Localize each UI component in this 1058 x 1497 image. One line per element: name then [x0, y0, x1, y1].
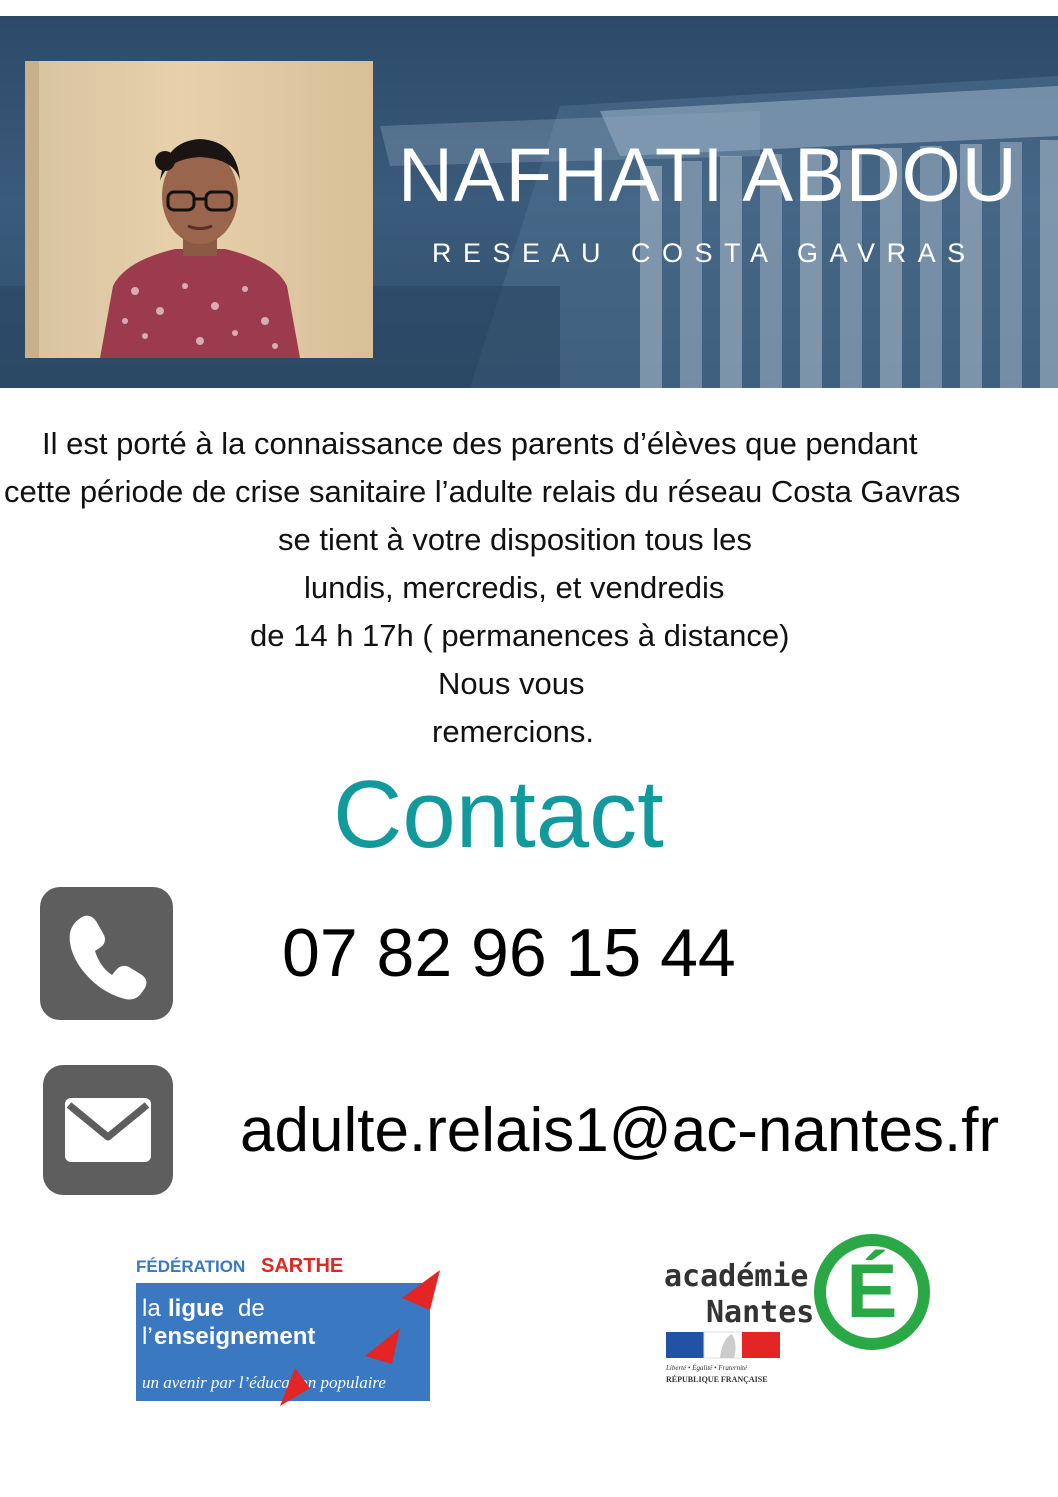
- logo-federation-label: FÉDÉRATION: [136, 1257, 245, 1276]
- ligue-enseignement-logo: FÉDÉRATION SARTHE la ligue de l’ enseign…: [136, 1255, 440, 1406]
- logo-nantes-label: Nantes: [706, 1295, 814, 1330]
- profile-photo: [25, 61, 373, 358]
- header-banner: NAFHATI ABDOU RESEAU COSTA GAVRAS: [0, 16, 1058, 388]
- message-line: Il est porté à la connaissance des paren…: [42, 426, 918, 461]
- logo-e-letter: É: [847, 1249, 898, 1334]
- logo-line1a: la: [142, 1295, 161, 1322]
- logo-line2b: enseignement: [154, 1323, 315, 1350]
- mail-icon-box: [43, 1065, 173, 1195]
- message-line: remercions.: [432, 714, 594, 749]
- phone-icon-box: [40, 887, 173, 1020]
- phone-icon: [69, 915, 147, 1000]
- person-name: NAFHATI ABDOU: [398, 133, 1018, 218]
- logo-line1b: ligue: [168, 1295, 224, 1322]
- logo-line1c: de: [238, 1295, 265, 1322]
- phone-number[interactable]: 07 82 96 15 44: [282, 914, 736, 992]
- email-address[interactable]: adulte.relais1@ac-nantes.fr: [240, 1095, 999, 1166]
- message-line: de 14 h 17h ( permanences à distance): [250, 618, 790, 653]
- message-line: se tient à votre disposition tous les: [278, 522, 752, 557]
- logo-motto: Liberté • Égalité • Fraternité: [665, 1364, 748, 1372]
- logo-line2a: l’: [142, 1323, 153, 1350]
- announcement-text: Il est porté à la connaissance des paren…: [0, 420, 1058, 756]
- message-line: lundis, mercredis, et vendredis: [304, 570, 725, 605]
- academie-nantes-logo: É académie Nantes Liberté • Égalité • Fr…: [664, 1234, 930, 1384]
- portrait-illustration: [25, 61, 300, 358]
- message-line: cette période de crise sanitaire l’adult…: [4, 474, 961, 509]
- logo-republique: RÉPUBLIQUE FRANÇAISE: [666, 1374, 768, 1384]
- message-line: Nous vous: [438, 666, 585, 701]
- logo-region-label: SARTHE: [261, 1255, 343, 1277]
- contact-heading: Contact: [333, 761, 664, 868]
- logo-tagline: un avenir par l’éducation populaire: [142, 1373, 386, 1392]
- logo-academie-label: académie: [664, 1259, 809, 1294]
- network-subtitle: RESEAU COSTA GAVRAS: [432, 238, 977, 268]
- envelope-icon: [65, 1098, 151, 1162]
